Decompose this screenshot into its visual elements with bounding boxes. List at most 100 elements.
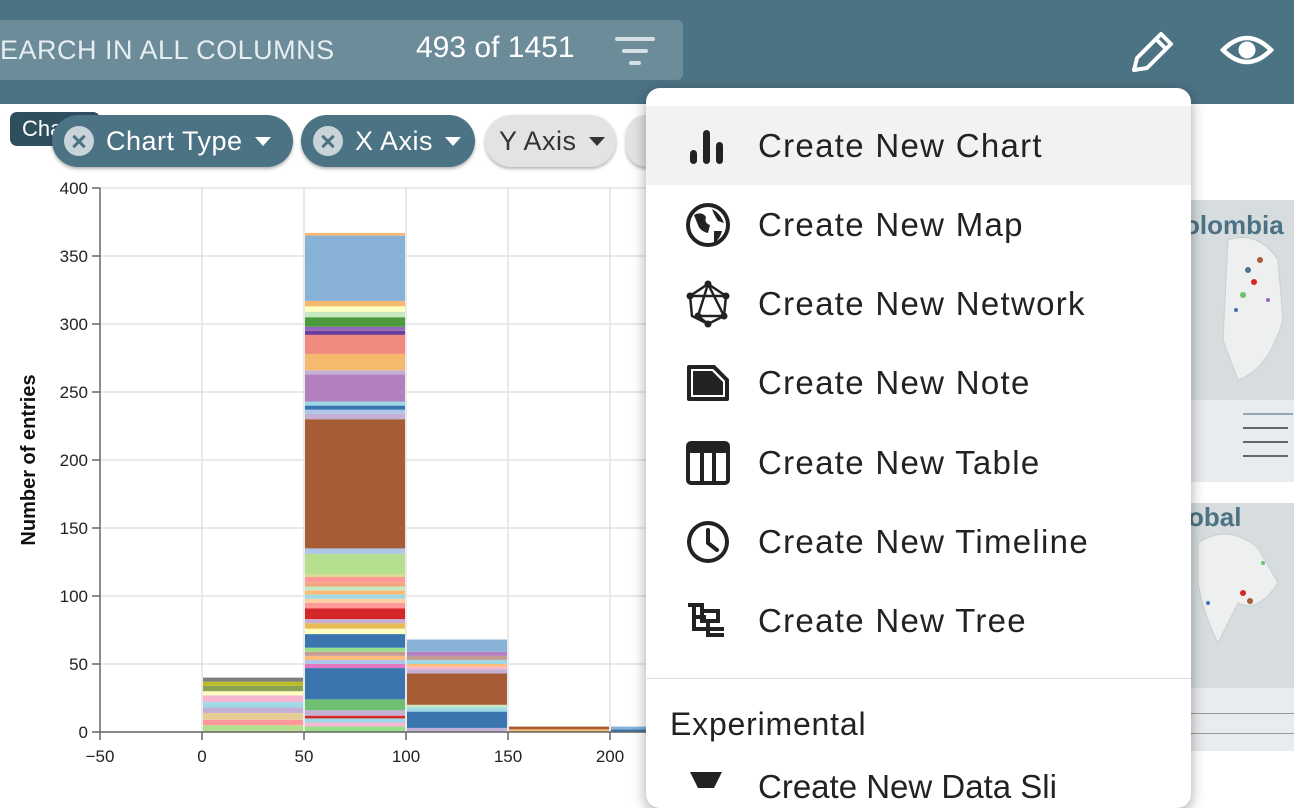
bar-segment	[305, 330, 405, 335]
y-tick-label: 300	[60, 315, 88, 334]
bar-segment	[203, 677, 303, 682]
histogram-chart: 0 50 100 150 200 250 300 350 400 −50 0 50 100 150 200 N…	[18, 179, 660, 766]
bar-segment	[305, 326, 405, 331]
create-menu: Create New Chart Create New Map Create N…	[646, 88, 1191, 808]
y-axis-label: Y Axis	[499, 125, 577, 156]
pencil-icon[interactable]	[1128, 28, 1178, 76]
chevron-down-icon	[445, 136, 461, 146]
y-tick-label: 200	[60, 451, 88, 470]
bar-segment	[305, 710, 405, 716]
bar-segment	[203, 681, 303, 686]
y-tick-label: 100	[60, 587, 88, 606]
bar-segment	[305, 608, 405, 620]
clock-icon	[687, 520, 729, 563]
chevron-down-icon	[254, 136, 271, 146]
bar-segment	[203, 685, 303, 692]
filter-icon[interactable]	[613, 34, 657, 68]
bar-segment	[407, 704, 507, 708]
menu-item-create-table[interactable]: Create New Table	[646, 423, 1191, 502]
bar-segment	[203, 707, 303, 713]
bar-segment	[305, 726, 405, 732]
bar-segment	[305, 718, 405, 723]
table-icon	[686, 440, 730, 485]
remove-x-axis-icon[interactable]	[313, 126, 343, 156]
menu-item-create-note[interactable]: Create New Note	[646, 343, 1191, 422]
bar-segment	[305, 405, 405, 410]
y-axis-title: Number of entries	[18, 374, 40, 545]
bar-segment	[509, 726, 609, 730]
chart-type-label: Chart Type	[106, 125, 243, 156]
remove-chart-type-icon[interactable]	[64, 126, 94, 156]
bar-segment	[305, 576, 405, 583]
global-thumbnail-title: obal	[1188, 502, 1242, 532]
menu-item-label: Create New Table	[758, 443, 1041, 481]
bar-segment	[407, 659, 507, 664]
axis-preview-graphic	[1188, 713, 1294, 734]
bar-segment	[305, 590, 405, 595]
bar-segment	[305, 647, 405, 652]
search-input[interactable]: EARCH IN ALL COLUMNS	[0, 35, 335, 66]
y-tick-label: 250	[60, 383, 88, 402]
y-tick-label: 150	[60, 519, 88, 538]
eye-icon[interactable]	[1220, 30, 1274, 70]
colombia-thumbnail[interactable]	[1188, 200, 1294, 482]
bar-segment	[305, 374, 405, 402]
row-count: 493 of 1451	[416, 31, 575, 65]
y-axis-chip[interactable]: Y Axis	[485, 115, 616, 167]
bar-segment	[305, 370, 405, 375]
bar-segment	[305, 401, 405, 406]
menu-item-create-chart[interactable]: Create New Chart	[646, 106, 1191, 185]
bar-segment	[305, 409, 405, 414]
menu-item-label: Create New Network	[758, 284, 1086, 322]
bar-segment	[203, 691, 303, 696]
bar-segment	[203, 712, 303, 720]
tree-icon	[688, 602, 724, 637]
menu-item-label: Create New Tree	[758, 601, 1027, 639]
network-icon	[686, 280, 730, 327]
menu-separator	[646, 678, 1191, 679]
bar-segment	[305, 419, 405, 549]
bar-segment	[305, 594, 405, 599]
menu-item-label: Create New Map	[758, 205, 1024, 243]
x-axis-chip[interactable]: X Axis	[301, 115, 475, 167]
menu-item-create-timeline[interactable]: Create New Timeline	[646, 502, 1191, 581]
bar-segment	[305, 574, 405, 577]
chart-type-chip[interactable]: Chart Type	[52, 115, 293, 167]
menu-item-label: Create New Timeline	[758, 522, 1089, 560]
menu-item-label: Create New Chart	[758, 126, 1043, 164]
globe-icon	[686, 202, 730, 247]
bar-segment	[305, 668, 405, 700]
bar-segment	[305, 353, 405, 371]
bar-segment	[305, 634, 405, 648]
global-thumbnail[interactable]	[1188, 503, 1294, 751]
bar-segment	[407, 707, 507, 712]
menu-item-create-data-slice[interactable]: Create New Data Sli	[758, 768, 1057, 806]
bar-segment	[305, 311, 405, 318]
bar-segment	[305, 628, 405, 635]
bar-segment	[407, 711, 507, 728]
bar-segment	[305, 232, 405, 236]
bar-segment	[203, 695, 303, 703]
x-tick-label: 50	[295, 747, 314, 766]
bar-segment	[305, 623, 405, 629]
bar-segment	[305, 602, 405, 609]
bar-chart-icon	[690, 129, 723, 164]
menu-section-experimental: Experimental	[670, 706, 867, 742]
bar-segment	[305, 582, 405, 587]
menu-item-create-map[interactable]: Create New Map	[646, 185, 1191, 264]
bar-segment	[305, 334, 405, 354]
bar-segment	[305, 651, 405, 656]
y-tick-label: 50	[69, 655, 88, 674]
bar-segment	[305, 722, 405, 727]
note-icon	[687, 364, 729, 401]
row-count-total: 1451	[507, 31, 575, 64]
bar-segment	[203, 719, 303, 726]
bar-segment	[407, 666, 507, 670]
x-tick-label: 100	[392, 747, 420, 766]
row-count-of: of	[474, 31, 500, 64]
menu-item-create-network[interactable]: Create New Network	[646, 264, 1191, 343]
bar-segment	[203, 702, 303, 708]
bar-segment	[305, 548, 405, 554]
menu-item-create-tree[interactable]: Create New Tree	[646, 581, 1191, 660]
y-tick-label: 0	[79, 723, 88, 742]
